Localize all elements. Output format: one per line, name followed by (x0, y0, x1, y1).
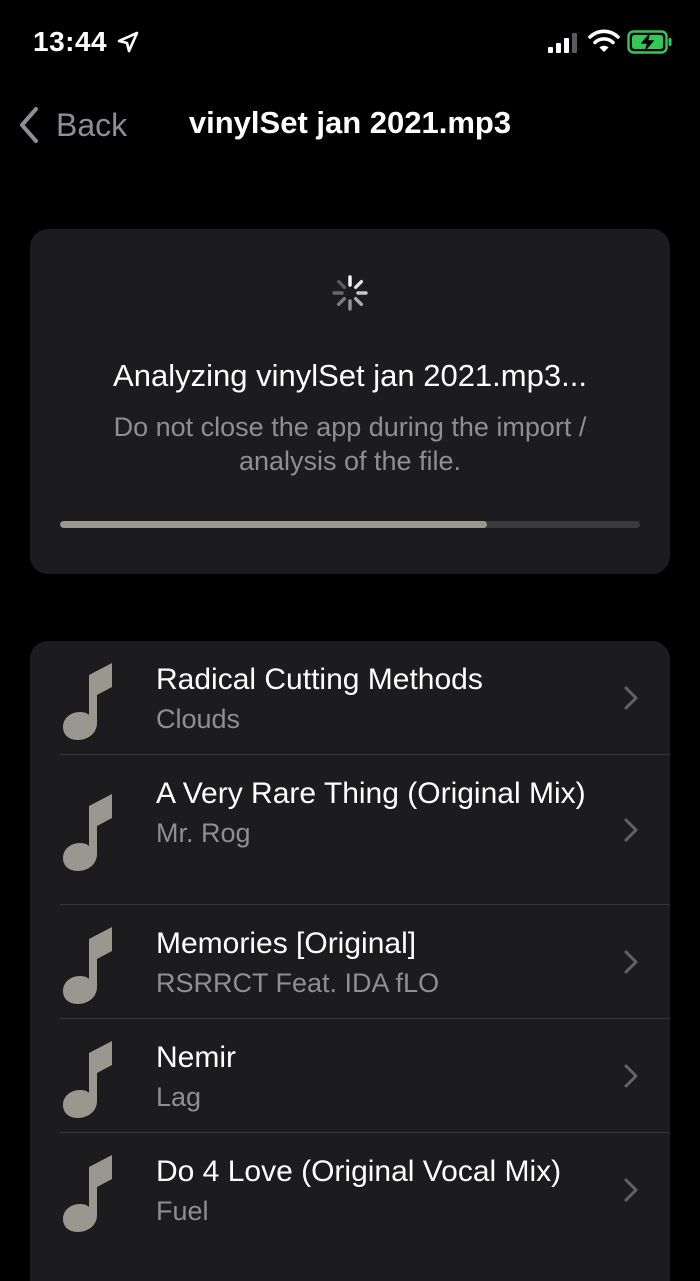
chevron-right-icon (624, 686, 638, 710)
status-time: 13:44 (33, 26, 108, 57)
back-button[interactable]: Back (14, 102, 127, 148)
battery-charging-icon (627, 30, 672, 54)
progress-title: Analyzing vinylSet jan 2021.mp3... (113, 358, 587, 393)
progress-description: Do not close the app during the import /… (113, 412, 587, 476)
progress-bar (60, 521, 640, 528)
cellular-signal-icon (548, 33, 577, 53)
music-note-icon (63, 663, 112, 740)
list-item[interactable]: Do 4 Love (Original Vocal Mix) Fuel (30, 1133, 670, 1246)
music-note-icon (63, 927, 112, 1004)
location-arrow-icon (117, 31, 139, 53)
track-title: Memories [Original] (156, 927, 417, 960)
chevron-right-icon (624, 950, 638, 974)
list-item[interactable]: Nemir Lag (30, 1019, 670, 1132)
wifi-icon (588, 29, 620, 52)
music-note-icon (63, 1155, 112, 1232)
chevron-left-icon (20, 107, 38, 143)
track-artist: RSRRCT Feat. IDA fLO (156, 968, 440, 998)
list-item[interactable]: Radical Cutting Methods Clouds (30, 641, 670, 754)
chevron-right-icon (624, 1064, 638, 1088)
activity-spinner-icon (332, 275, 368, 311)
track-title: Nemir (156, 1041, 236, 1074)
track-artist: Lag (156, 1082, 202, 1112)
status-bar: 13:44 (0, 0, 700, 88)
track-title: Radical Cutting Methods (156, 663, 483, 696)
music-note-icon (63, 794, 112, 871)
music-note-icon (63, 1041, 112, 1118)
back-label: Back (56, 106, 128, 143)
navigation-bar: Back vinylSet jan 2021.mp3 (0, 88, 700, 164)
page-title: vinylSet jan 2021.mp3 (188, 105, 512, 140)
chevron-right-icon (624, 818, 638, 842)
track-artist: Mr. Rog (156, 818, 251, 848)
track-title: Do 4 Love (Original Vocal Mix) (156, 1155, 562, 1188)
chevron-right-icon (624, 1178, 638, 1202)
track-artist: Fuel (156, 1196, 209, 1226)
list-item[interactable]: A Very Rare Thing (Original Mix) Mr. Rog (30, 755, 670, 904)
track-artist: Clouds (156, 704, 241, 734)
progress-bar-fill (60, 521, 487, 528)
track-list: Radical Cutting Methods Clouds A Very Ra… (30, 641, 670, 1281)
track-title: A Very Rare Thing (Original Mix) (156, 777, 586, 810)
list-item[interactable]: Memories [Original] RSRRCT Feat. IDA fLO (30, 905, 670, 1018)
